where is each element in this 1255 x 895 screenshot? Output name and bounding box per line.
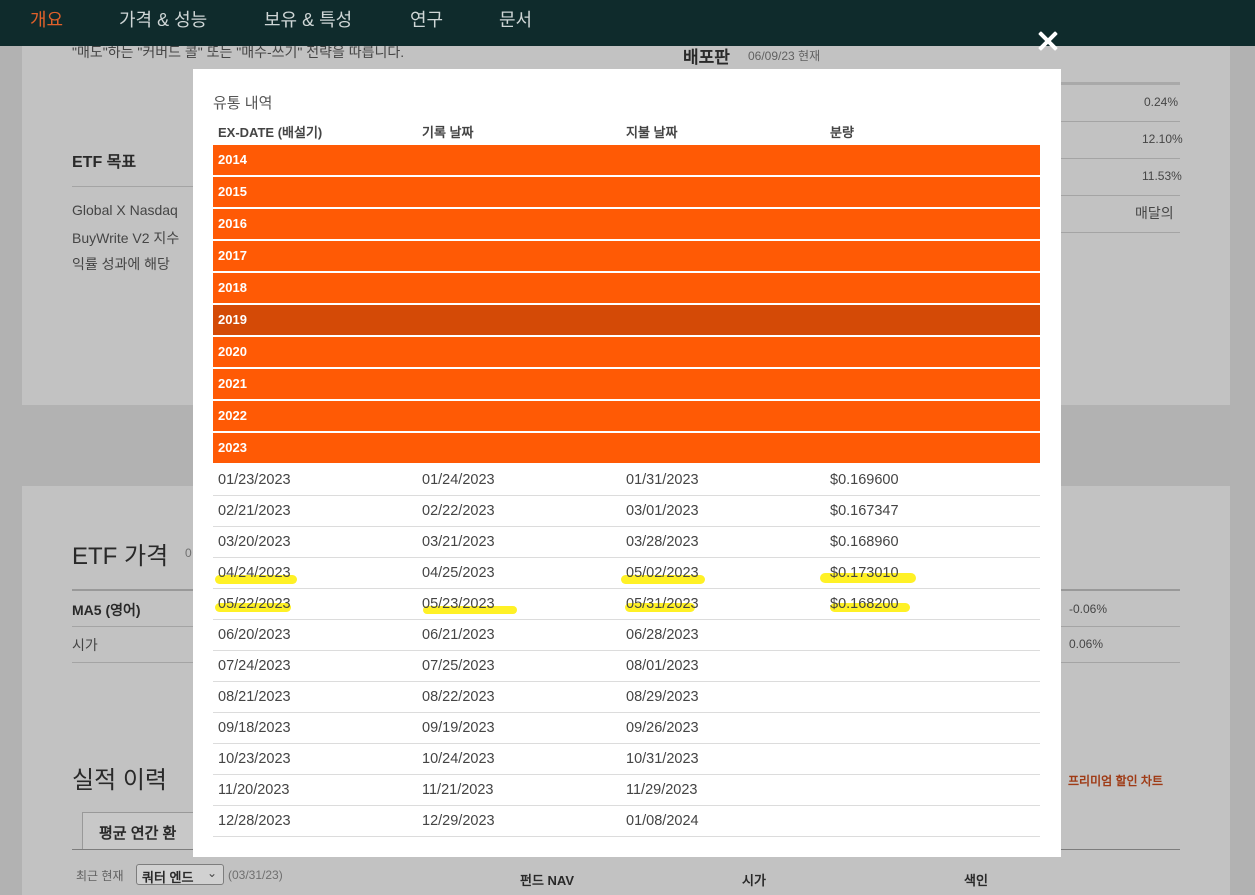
amount-cell: $0.168200 <box>830 596 899 612</box>
record-date-cell: 06/21/2023 <box>422 627 495 643</box>
ex-date-cell: 01/23/2023 <box>218 472 291 488</box>
pay-date-cell: 05/02/2023 <box>626 565 699 581</box>
record-date-cell: 10/24/2023 <box>422 751 495 767</box>
table-row: 02/21/2023 02/22/2023 03/01/2023 $0.1673… <box>213 496 1040 527</box>
pay-date-cell: 06/28/2023 <box>626 627 699 643</box>
col-ex-date: EX-DATE (배설기) <box>218 125 323 140</box>
year-row-2019[interactable]: 2019 <box>213 305 1040 335</box>
amount-cell: $0.169600 <box>830 472 899 488</box>
col-record-date: 기록 날짜 <box>422 125 474 140</box>
ex-date-cell: 11/20/2023 <box>218 782 290 798</box>
table-row: 09/18/2023 09/19/2023 09/26/2023 <box>213 713 1040 744</box>
year-row-2017[interactable]: 2017 <box>213 241 1040 271</box>
year-row-2021[interactable]: 2021 <box>213 369 1040 399</box>
table-row: 11/20/2023 11/21/2023 11/29/2023 <box>213 775 1040 806</box>
ex-date-cell: 06/20/2023 <box>218 627 291 643</box>
nav-price-performance[interactable]: 가격 & 성능 <box>119 6 207 32</box>
year-row-2018[interactable]: 2018 <box>213 273 1040 303</box>
ex-date-cell: 02/21/2023 <box>218 503 291 519</box>
record-date-cell: 08/22/2023 <box>422 689 495 705</box>
top-nav: 개요 가격 & 성능 보유 & 특성 연구 문서 <box>0 0 1255 46</box>
table-row: 10/23/2023 10/24/2023 10/31/2023 <box>213 744 1040 775</box>
pay-date-cell: 03/28/2023 <box>626 534 699 550</box>
distribution-history-modal: 유통 내역 EX-DATE (배설기) 기록 날짜 지불 날짜 분량 2014 … <box>193 69 1061 857</box>
table-row: 03/20/2023 03/21/2023 03/28/2023 $0.1689… <box>213 527 1040 558</box>
table-row: 05/22/2023 05/23/2023 05/31/2023 $0.1682… <box>213 589 1040 620</box>
record-date-cell: 03/21/2023 <box>422 534 495 550</box>
ex-date-cell: 05/22/2023 <box>218 596 291 612</box>
table-row: 04/24/2023 04/25/2023 05/02/2023 $0.1730… <box>213 558 1040 589</box>
close-icon[interactable] <box>1034 27 1062 55</box>
ex-date-cell: 12/28/2023 <box>218 813 291 829</box>
record-date-cell: 02/22/2023 <box>422 503 495 519</box>
year-row-2023[interactable]: 2023 <box>213 433 1040 463</box>
amount-cell: $0.167347 <box>830 503 899 519</box>
ex-date-cell: 10/23/2023 <box>218 751 291 767</box>
record-date-cell: 12/29/2023 <box>422 813 495 829</box>
table-row: 08/21/2023 08/22/2023 08/29/2023 <box>213 682 1040 713</box>
ex-date-cell: 04/24/2023 <box>218 565 291 581</box>
modal-title: 유통 내역 <box>213 95 273 112</box>
pay-date-cell: 01/08/2024 <box>626 813 699 829</box>
ex-date-cell: 08/21/2023 <box>218 689 291 705</box>
ex-date-cell: 09/18/2023 <box>218 720 291 736</box>
table-row: 01/23/2023 01/24/2023 01/31/2023 $0.1696… <box>213 465 1040 496</box>
ex-date-cell: 03/20/2023 <box>218 534 291 550</box>
ex-date-cell: 07/24/2023 <box>218 658 291 674</box>
pay-date-cell: 05/31/2023 <box>626 596 699 612</box>
year-row-2020[interactable]: 2020 <box>213 337 1040 367</box>
record-date-cell: 04/25/2023 <box>422 565 495 581</box>
col-pay-date: 지불 날짜 <box>626 125 678 140</box>
year-accordion: 2014 2015 2016 2017 2018 2019 2020 2021 … <box>213 145 1040 465</box>
pay-date-cell: 09/26/2023 <box>626 720 699 736</box>
record-date-cell: 05/23/2023 <box>422 596 495 612</box>
record-date-cell: 01/24/2023 <box>422 472 495 488</box>
year-row-2016[interactable]: 2016 <box>213 209 1040 239</box>
nav-holdings[interactable]: 보유 & 특성 <box>264 6 352 32</box>
pay-date-cell: 08/29/2023 <box>626 689 699 705</box>
amount-cell: $0.168960 <box>830 534 899 550</box>
record-date-cell: 09/19/2023 <box>422 720 495 736</box>
table-row: 07/24/2023 07/25/2023 08/01/2023 <box>213 651 1040 682</box>
table-row: 06/20/2023 06/21/2023 06/28/2023 <box>213 620 1040 651</box>
record-date-cell: 11/21/2023 <box>422 782 494 798</box>
distribution-table: 01/23/2023 01/24/2023 01/31/2023 $0.1696… <box>213 465 1040 837</box>
year-row-2015[interactable]: 2015 <box>213 177 1040 207</box>
nav-research[interactable]: 연구 <box>410 6 443 32</box>
nav-overview[interactable]: 개요 <box>30 6 63 32</box>
table-row: 12/28/2023 12/29/2023 01/08/2024 <box>213 806 1040 837</box>
year-row-2022[interactable]: 2022 <box>213 401 1040 431</box>
nav-documents[interactable]: 문서 <box>499 6 532 32</box>
amount-cell: $0.173010 <box>830 565 899 581</box>
pay-date-cell: 01/31/2023 <box>626 472 699 488</box>
pay-date-cell: 10/31/2023 <box>626 751 699 767</box>
pay-date-cell: 03/01/2023 <box>626 503 699 519</box>
col-amount: 분량 <box>830 125 854 140</box>
pay-date-cell: 08/01/2023 <box>626 658 699 674</box>
pay-date-cell: 11/29/2023 <box>626 782 698 798</box>
record-date-cell: 07/25/2023 <box>422 658 495 674</box>
year-row-2014[interactable]: 2014 <box>213 145 1040 175</box>
